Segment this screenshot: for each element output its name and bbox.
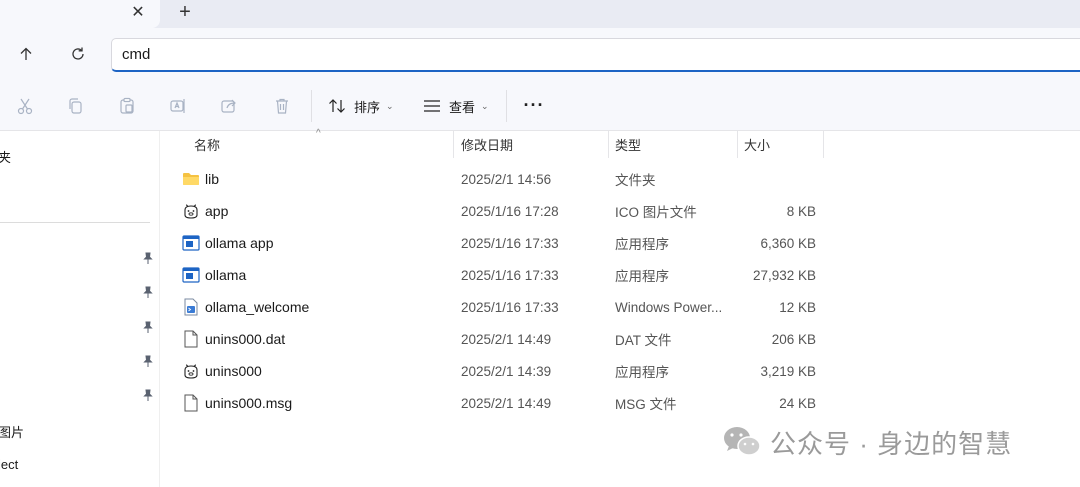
file-type: Windows Power...: [615, 299, 723, 315]
tab-strip: ✕ +: [0, 0, 1080, 28]
file-name: ollama_welcome: [205, 299, 310, 315]
file-modified: 2025/2/1 14:39: [461, 363, 552, 379]
delete-icon[interactable]: [271, 95, 293, 117]
app-ico-icon: [182, 202, 200, 220]
exe-icon: [182, 266, 200, 284]
chevron-down-icon: ⌄: [481, 100, 489, 111]
file-name: unins000: [205, 363, 262, 379]
pin-icon[interactable]: [141, 320, 155, 334]
file-modified: 2025/2/1 14:56: [461, 171, 552, 187]
pin-icon[interactable]: [141, 354, 155, 368]
nav-divider: [0, 222, 150, 223]
watermark-text: 公众号 · 身边的智慧: [770, 428, 1013, 459]
file-modified: 2025/1/16 17:33: [461, 235, 559, 251]
file-row[interactable]: lib 2025/2/1 14:56 文件夹: [172, 163, 832, 195]
address-row: cmd: [0, 28, 1080, 80]
file-size: 206 KB: [771, 331, 816, 347]
column-name-label: 名称: [194, 138, 221, 153]
file-modified: 2025/2/1 14:49: [461, 395, 552, 411]
copy-icon[interactable]: [64, 95, 86, 117]
pin-icon[interactable]: [141, 285, 155, 299]
sort-ascending-icon: ^: [316, 128, 321, 139]
address-input[interactable]: cmd: [111, 38, 1080, 72]
file-row[interactable]: unins000.msg 2025/2/1 14:49 MSG 文件 24 KB: [172, 387, 832, 419]
app-ico-icon: [182, 362, 200, 380]
exe-icon: [182, 234, 200, 252]
up-arrow-icon[interactable]: [14, 42, 38, 66]
file-name: ollama app: [205, 235, 274, 251]
nav-item-label[interactable]: 夹: [0, 147, 11, 166]
file-type: MSG 文件: [615, 397, 677, 412]
column-modified-label: 修改日期: [461, 138, 514, 153]
sort-label: 排序: [354, 99, 381, 115]
file-name: unins000.msg: [205, 395, 293, 411]
file-row[interactable]: ollama_welcome 2025/1/16 17:33 Windows P…: [172, 291, 832, 323]
file-type: ICO 图片文件: [615, 205, 697, 220]
more-options-icon[interactable]: ···: [522, 94, 546, 116]
file-row[interactable]: ollama 2025/1/16 17:33 应用程序 27,932 KB: [172, 259, 832, 291]
command-bar: 排序 ⌄ 查看 ⌄ ···: [0, 80, 1080, 131]
document-icon: [182, 394, 200, 412]
file-type: 应用程序: [615, 365, 669, 380]
sort-icon: [329, 99, 345, 113]
pin-icon[interactable]: [141, 251, 155, 265]
file-row[interactable]: app 2025/1/16 17:28 ICO 图片文件 8 KB: [172, 195, 832, 227]
chevron-down-icon: ⌄: [386, 100, 394, 111]
file-size: 6,360 KB: [760, 235, 816, 251]
file-modified: 2025/1/16 17:28: [461, 203, 559, 219]
close-tab-icon[interactable]: ✕: [128, 2, 148, 22]
powershell-script-icon: [182, 298, 200, 316]
file-type: 文件夹: [615, 173, 656, 188]
column-header-modified[interactable]: 修改日期: [454, 131, 609, 158]
file-row[interactable]: unins000 2025/2/1 14:39 应用程序 3,219 KB: [172, 355, 832, 387]
wechat-icon: [724, 427, 761, 456]
share-icon[interactable]: [218, 95, 240, 117]
folder-icon: [182, 170, 200, 188]
file-row[interactable]: unins000.dat 2025/2/1 14:49 DAT 文件 206 K…: [172, 323, 832, 355]
view-list-icon: [424, 100, 440, 112]
file-modified: 2025/1/16 17:33: [461, 299, 559, 315]
active-tab[interactable]: ✕: [0, 0, 160, 28]
rename-icon[interactable]: [167, 95, 189, 117]
file-size: 24 KB: [779, 395, 816, 411]
file-type: DAT 文件: [615, 333, 672, 348]
pin-icon[interactable]: [141, 388, 155, 402]
file-type: 应用程序: [615, 237, 669, 252]
refresh-icon[interactable]: [66, 42, 90, 66]
nav-item-label[interactable]: ject: [0, 457, 18, 472]
navigation-pane: 夹 图片 ject: [0, 131, 160, 487]
file-type: 应用程序: [615, 269, 669, 284]
column-header-type[interactable]: 类型: [609, 131, 738, 158]
file-size: 3,219 KB: [760, 363, 816, 379]
cut-icon[interactable]: [14, 95, 36, 117]
column-type-label: 类型: [615, 138, 642, 153]
command-separator: [506, 90, 507, 122]
column-size-label: 大小: [744, 138, 771, 153]
file-row[interactable]: ollama app 2025/1/16 17:33 应用程序 6,360 KB: [172, 227, 832, 259]
file-size: 12 KB: [779, 299, 816, 315]
file-name: lib: [205, 171, 220, 187]
file-name: unins000.dat: [205, 331, 286, 347]
file-size: 27,932 KB: [752, 267, 816, 283]
paste-icon[interactable]: [116, 95, 138, 117]
new-tab-icon[interactable]: +: [174, 1, 196, 23]
file-size: 8 KB: [786, 203, 816, 219]
sort-menu-button[interactable]: 排序 ⌄: [328, 93, 394, 119]
column-header-name[interactable]: 名称 ^: [172, 128, 454, 158]
file-name: ollama: [205, 267, 247, 283]
file-name: app: [205, 203, 229, 219]
view-menu-button[interactable]: 查看 ⌄: [423, 93, 489, 119]
watermark: 公众号 · 身边的智慧: [722, 421, 1012, 463]
view-label: 查看: [449, 99, 476, 115]
document-icon: [182, 330, 200, 348]
file-modified: 2025/2/1 14:49: [461, 331, 552, 347]
nav-item-label[interactable]: 图片: [0, 422, 24, 441]
file-size: [744, 163, 816, 195]
column-header-size[interactable]: 大小: [738, 131, 824, 158]
file-modified: 2025/1/16 17:33: [461, 267, 559, 283]
command-separator: [311, 90, 312, 122]
